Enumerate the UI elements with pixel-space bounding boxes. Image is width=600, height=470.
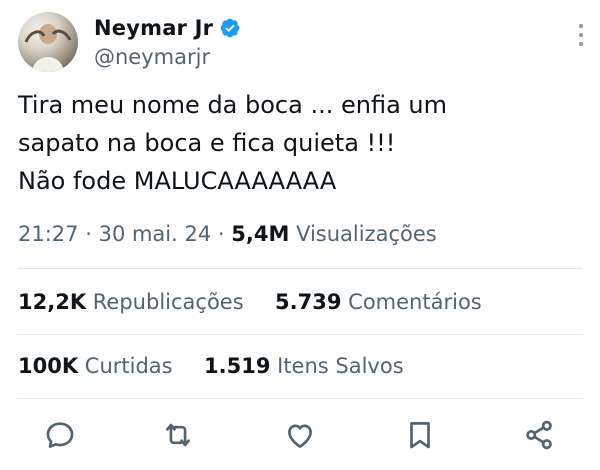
tweet-meta: 21:27 · 30 mai. 24 · 5,4M Visualizações <box>18 222 437 246</box>
engagement-stats-row-1: 12,2K Republicações 5.739 Comentários <box>18 290 482 314</box>
reposts-label: Republicações <box>92 290 244 314</box>
bookmark-icon <box>410 422 430 449</box>
tweet-header: Neymar Jr @neymarjr <box>18 12 588 74</box>
engagement-stats-row-2: 100K Curtidas 1.519 Itens Salvos <box>18 354 404 378</box>
divider <box>18 334 582 335</box>
share-icon <box>526 420 552 450</box>
tweet-time[interactable]: 21:27 <box>18 222 79 246</box>
share-button[interactable] <box>522 418 556 452</box>
tweet-date[interactable]: 30 mai. 24 <box>99 222 212 246</box>
action-bar <box>0 410 600 460</box>
repost-icon <box>166 423 190 447</box>
bookmark-button[interactable] <box>403 418 437 452</box>
reposts-stat[interactable]: 12,2K Republicações <box>18 290 250 314</box>
like-button[interactable] <box>283 418 317 452</box>
comment-icon <box>46 422 74 448</box>
meta-separator: · <box>85 222 99 246</box>
avatar[interactable] <box>18 12 78 72</box>
likes-stat[interactable]: 100K Curtidas <box>18 354 179 378</box>
verified-badge-icon <box>220 18 240 38</box>
avatar-image <box>24 24 72 72</box>
saves-count: 1.519 <box>204 354 271 378</box>
saves-label: Itens Salvos <box>277 354 404 378</box>
author-name[interactable]: Neymar Jr <box>94 16 213 40</box>
comments-stat[interactable]: 5.739 Comentários <box>275 290 482 314</box>
repost-button[interactable] <box>161 418 195 452</box>
comment-button[interactable] <box>43 418 77 452</box>
likes-label: Curtidas <box>84 354 173 378</box>
divider <box>18 268 582 269</box>
saves-stat[interactable]: 1.519 Itens Salvos <box>204 354 404 378</box>
comments-label: Comentários <box>348 290 482 314</box>
reposts-count: 12,2K <box>18 290 87 314</box>
like-icon <box>288 424 312 448</box>
author-handle[interactable]: @neymarjr <box>94 45 210 69</box>
tweet-text: Tira meu nome da boca ... enfia um sapat… <box>18 91 447 195</box>
more-options-icon[interactable] <box>578 24 584 46</box>
views-count: 5,4M <box>231 222 290 246</box>
likes-count: 100K <box>18 354 79 378</box>
meta-separator: · <box>217 222 232 246</box>
comments-count: 5.739 <box>275 290 342 314</box>
divider <box>18 398 582 399</box>
views-label: Visualizações <box>296 222 437 246</box>
